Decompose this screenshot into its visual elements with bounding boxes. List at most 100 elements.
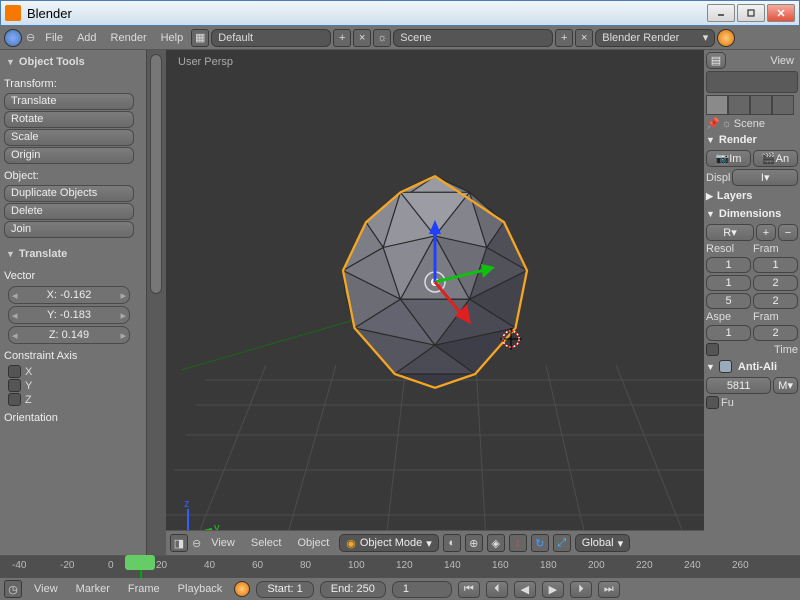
shading-icon[interactable]: ◐ [443,534,461,552]
layout-selector[interactable]: Default [211,29,331,47]
play-reverse-icon[interactable]: ◀ [514,581,536,598]
panel-translate[interactable]: Translate [4,246,142,264]
duplicate-button[interactable]: Duplicate Objects [4,185,134,202]
3d-viewport[interactable]: User Persp [166,50,704,555]
outliner-tree[interactable] [706,71,798,93]
manip-scale-icon[interactable]: ⤢ [553,534,571,552]
mode-selector[interactable]: ◉Object Mode▾ [339,534,439,552]
preset-add-icon[interactable]: + [756,224,776,241]
3d-cursor-icon [500,328,522,350]
menu-file[interactable]: File [39,30,69,46]
panel-object-tools[interactable]: Object Tools [4,54,142,72]
keyframe-next-icon[interactable]: ⏵ [570,581,592,598]
outliner-icon[interactable]: ▤ [706,52,726,69]
manip-toggle-icon[interactable]: ◈ [487,534,505,552]
jump-start-icon[interactable]: ⏮ [458,581,480,598]
delete-button[interactable]: Delete [4,203,134,220]
label-object: Object: [4,168,142,184]
screen-icon[interactable]: ▦ [191,29,209,47]
keyframe-prev-icon[interactable]: ⏴ [486,581,508,598]
frame-start-field[interactable]: Start: 1 [256,581,313,598]
translate-button[interactable]: Translate [4,93,134,110]
preset-selector[interactable]: R ▾ [706,224,754,241]
aa-mode[interactable]: M▾ [773,377,798,394]
scene-add-icon[interactable]: + [555,29,573,47]
editor-3dview-icon[interactable]: ◨ [170,534,188,552]
record-icon[interactable] [234,581,250,597]
fps-field[interactable]: 2 [753,325,798,341]
menu-help[interactable]: Help [155,30,190,46]
constraint-x-checkbox[interactable]: X [8,365,138,378]
jump-end-icon[interactable]: ⏭ [598,581,620,598]
maximize-button[interactable] [737,4,765,22]
render-image-button[interactable]: 📷Im [706,150,751,167]
origin-button[interactable]: Origin [4,147,134,164]
menu-collapse-icon[interactable]: ⊖ [192,537,201,550]
join-button[interactable]: Join [4,221,134,238]
frame-end-field[interactable]: End: 250 [320,581,386,598]
fullsample-checkbox[interactable] [706,396,719,409]
res-y-field[interactable]: 1 [706,275,751,291]
tab-object-icon[interactable] [772,95,794,115]
aspect-x-field[interactable]: 1 [706,325,751,341]
frame-end-field[interactable]: 2 [753,275,798,291]
toolshelf-scrollbar[interactable] [146,50,166,555]
scene-selector[interactable]: Scene [393,29,553,47]
play-icon[interactable]: ▶ [542,581,564,598]
panel-layers[interactable]: Layers [706,188,798,204]
tl-menu-frame[interactable]: Frame [122,581,166,597]
vp-menu-select[interactable]: Select [245,535,288,551]
properties-tabs[interactable] [706,95,798,115]
manip-rotate-icon[interactable]: ↻ [531,534,549,552]
engine-selector[interactable]: Blender Render▾ [595,29,715,47]
editor-timeline-icon[interactable]: ◷ [4,580,22,598]
constraint-y-checkbox[interactable]: Y [8,379,138,392]
panel-render[interactable]: Render [706,132,798,148]
playhead[interactable] [140,556,142,578]
vector-y-field[interactable]: Y: -0.183 [8,306,130,324]
vp-n-view[interactable]: View [766,55,798,67]
manipulator-gizmo[interactable] [365,212,505,352]
tab-scene-icon[interactable] [728,95,750,115]
res-pct-field[interactable]: 5 [706,293,751,309]
frame-current-field[interactable]: 1 [392,581,452,598]
tl-menu-playback[interactable]: Playback [172,581,229,597]
vp-menu-view[interactable]: View [205,535,241,551]
panel-antialias[interactable]: Anti-Ali [706,358,798,375]
editor-type-icon[interactable] [4,29,22,47]
orientation-selector[interactable]: Global▾ [575,534,630,552]
close-button[interactable] [767,4,795,22]
minimize-button[interactable] [707,4,735,22]
tab-render-icon[interactable] [706,95,728,115]
aa-samples-field[interactable]: 5811 [706,377,771,394]
manip-translate-icon[interactable]: ↕ [509,534,527,552]
display-selector[interactable]: I ▾ [732,169,798,186]
menu-collapse-icon[interactable]: ⊖ [24,31,37,44]
frame-step-field[interactable]: 2 [753,293,798,309]
tl-menu-view[interactable]: View [28,581,64,597]
layout-del-icon[interactable]: × [353,29,371,47]
scale-button[interactable]: Scale [4,129,134,146]
tl-menu-marker[interactable]: Marker [70,581,116,597]
vector-z-field[interactable]: Z: 0.149 [8,326,130,344]
rotate-button[interactable]: Rotate [4,111,134,128]
border-checkbox[interactable] [706,343,719,356]
menu-add[interactable]: Add [71,30,103,46]
tab-world-icon[interactable] [750,95,772,115]
frame-start-field[interactable]: 1 [753,257,798,273]
panel-dimensions[interactable]: Dimensions [706,206,798,222]
res-x-field[interactable]: 1 [706,257,751,273]
layout-add-icon[interactable]: + [333,29,351,47]
menu-render[interactable]: Render [105,30,153,46]
vector-x-field[interactable]: X: -0.162 [8,286,130,304]
render-anim-button[interactable]: 🎬An [753,150,798,167]
vp-menu-object[interactable]: Object [291,535,335,551]
timeline-tick-label: 180 [540,560,557,571]
scene-del-icon[interactable]: × [575,29,593,47]
constraint-z-checkbox[interactable]: Z [8,393,138,406]
timeline-track[interactable]: -40-200204060801001201401601802002202402… [0,556,800,578]
preset-del-icon[interactable]: − [778,224,798,241]
pin-icon[interactable]: 📌 [706,117,720,130]
scene-icon[interactable]: ☼ [373,29,391,47]
pivot-icon[interactable]: ⊕ [465,534,483,552]
